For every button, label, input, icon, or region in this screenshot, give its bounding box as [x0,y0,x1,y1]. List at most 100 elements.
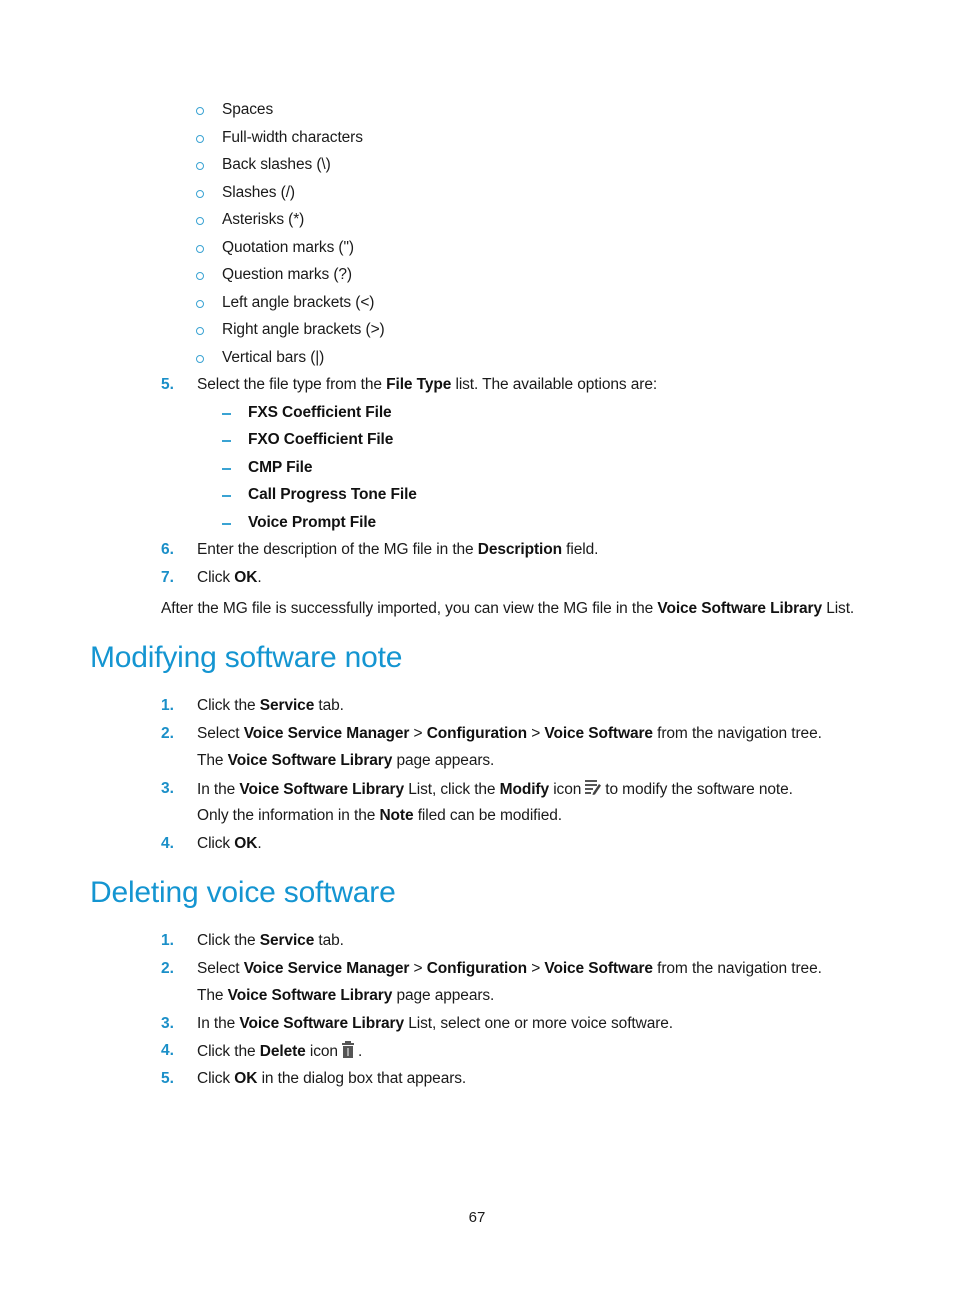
dash-bullet-icon [222,523,231,525]
ui-label: Voice Service Manager [243,960,410,977]
text: > [526,960,545,977]
text: Click the [197,1043,260,1060]
text: page appears. [392,752,495,769]
text: . [357,1043,363,1060]
text: page appears. [392,987,495,1004]
ui-label: Voice Software [544,725,653,742]
text: Click the [197,697,260,714]
dash-bullet-icon [222,468,231,470]
circle-bullet-icon [196,265,206,275]
paragraph: After the MG file is successfully import… [161,599,854,619]
step-text: Select Voice Service Manager > Configura… [197,959,822,979]
ui-label: Voice Software [544,960,653,977]
text: In the [197,781,240,798]
text: List, select one or more voice software. [404,1015,674,1032]
text: Only the information in the [197,807,380,824]
section-heading-deleting-voice-software: Deleting voice software [90,876,396,909]
text: List. [821,600,855,617]
ui-label: Voice Software Library [227,987,393,1004]
ui-label: Service [259,697,315,714]
text: Select the file type from the [197,376,387,393]
step-text: In the Voice Software Library List, clic… [197,779,793,802]
text: to modify the software note. [605,781,793,798]
step-text: Click OK. [197,568,262,588]
ui-label: Voice Software Library [657,600,822,617]
step-text: Click OK. [197,834,262,854]
text: icon [305,1043,338,1060]
text: List, click the [404,781,500,798]
ui-label: OK [234,835,258,852]
step-number: 7. [161,569,174,586]
step-text: Select Voice Service Manager > Configura… [197,724,822,744]
list-item: Call Progress Tone File [248,485,417,505]
list-item: Right angle brackets (>) [222,321,385,338]
ui-label: Delete [259,1043,306,1060]
text: After the MG file is successfully import… [161,600,658,617]
circle-bullet-icon [196,348,206,358]
option-label: Call Progress Tone File [248,486,417,503]
step-number: 3. [161,1015,174,1032]
text: Click [197,569,235,586]
text: The [197,987,228,1004]
ui-label: Configuration [426,960,527,977]
step-number: 6. [161,541,174,558]
step-number: 4. [161,835,174,852]
list-item: Full-width characters [222,129,363,146]
ui-label: Note [379,807,414,824]
step-note: The Voice Software Library page appears. [197,986,494,1006]
list-item: Spaces [222,101,274,118]
circle-bullet-icon [196,320,206,330]
step-number: 3. [161,780,174,797]
text: Click the [197,932,260,949]
text: icon [549,781,582,798]
ui-label: Configuration [426,725,527,742]
step-number: 5. [161,376,174,393]
ui-label: Voice Software Library [239,781,405,798]
list-item: Voice Prompt File [248,513,376,533]
text: The [197,752,228,769]
circle-bullet-icon [196,183,206,193]
circle-bullet-icon [196,155,206,165]
step-number: 5. [161,1070,174,1087]
step-text: Click the Service tab. [197,931,344,951]
text: Enter the description of the MG file in … [197,541,478,558]
section-heading-modifying-software-note: Modifying software note [90,641,403,674]
ui-label: Voice Service Manager [243,725,410,742]
text: list. The available options are: [451,376,658,393]
list-item: FXS Coefficient File [248,403,392,423]
step-text: Select the file type from the File Type … [197,375,657,395]
page-number: 67 [468,1209,486,1226]
circle-bullet-icon [196,100,206,110]
circle-bullet-icon [196,210,206,220]
list-item: Back slashes (\) [222,156,331,173]
step-text: Click OK in the dialog box that appears. [197,1069,466,1089]
ui-label: Service [259,932,315,949]
text: . [257,569,262,586]
step-note: The Voice Software Library page appears. [197,751,494,771]
step-number: 2. [161,725,174,742]
step-text: Click the Delete icon. [197,1041,362,1064]
text: filed can be modified. [413,807,562,824]
list-item: FXO Coefficient File [248,430,393,450]
text: Click [197,1070,235,1087]
list-item: Vertical bars (|) [222,349,325,366]
text: In the [197,1015,240,1032]
option-label: CMP File [248,459,313,476]
dash-bullet-icon [222,413,231,415]
step-number: 2. [161,960,174,977]
list-item: CMP File [248,458,312,478]
circle-bullet-icon [196,293,206,303]
text: . [257,835,262,852]
text: tab. [314,932,344,949]
ui-label: Voice Software Library [227,752,393,769]
text: > [409,725,427,742]
ui-label: OK [234,1070,258,1087]
step-text: Enter the description of the MG file in … [197,540,598,560]
option-label: FXS Coefficient File [248,404,392,421]
ui-label: Voice Software Library [239,1015,405,1032]
list-item: Quotation marks (") [222,239,354,256]
step-text: Click the Service tab. [197,696,344,716]
option-label: Voice Prompt File [248,514,377,531]
step-number: 4. [161,1042,174,1059]
text: in the dialog box that appears. [257,1070,467,1087]
